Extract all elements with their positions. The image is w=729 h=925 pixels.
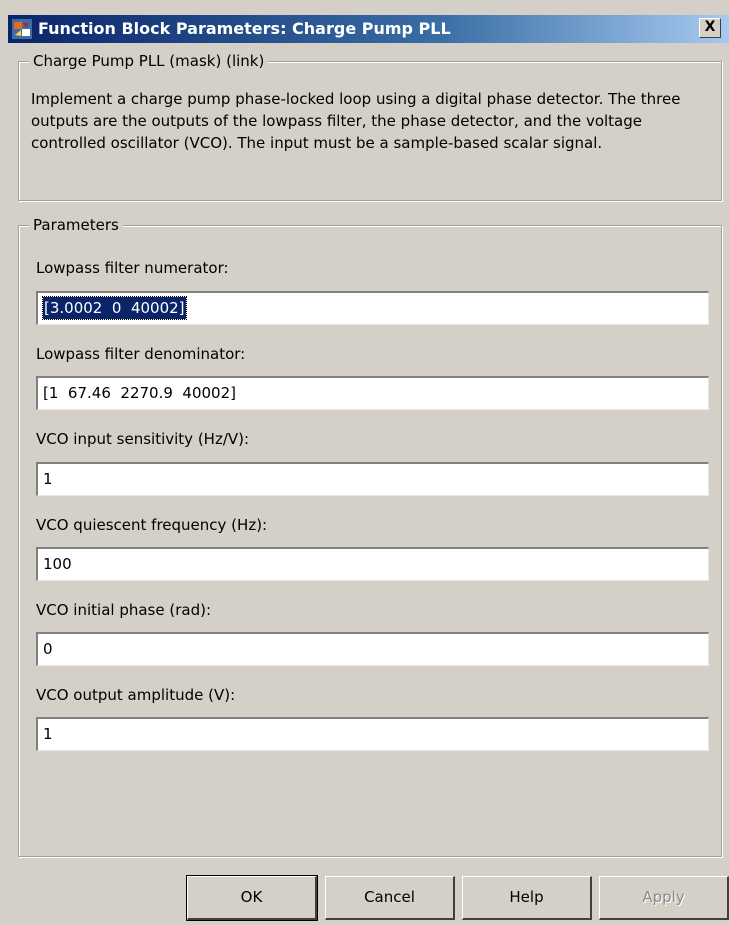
apply-button[interactable]: Apply	[599, 876, 729, 920]
lowpass-numerator-value: [3.0002 0 40002]	[42, 296, 187, 320]
mask-description-group: Charge Pump PLL (mask) (link) Implement …	[18, 51, 722, 201]
title-bar[interactable]: Function Block Parameters: Charge Pump P…	[8, 15, 729, 43]
help-button[interactable]: Help	[462, 876, 592, 920]
vco-initial-phase-label: VCO initial phase (rad):	[36, 601, 211, 619]
ok-button[interactable]: OK	[186, 875, 318, 921]
close-button[interactable]: X	[699, 18, 721, 38]
cancel-button[interactable]: Cancel	[325, 876, 455, 920]
vco-quiescent-frequency-label: VCO quiescent frequency (Hz):	[36, 516, 268, 534]
lowpass-denominator-label: Lowpass filter denominator:	[36, 345, 246, 363]
lowpass-denominator-input[interactable]: [1 67.46 2270.9 40002]	[36, 376, 709, 410]
window-title: Function Block Parameters: Charge Pump P…	[38, 19, 451, 38]
vco-quiescent-frequency-input[interactable]: 100	[36, 547, 709, 581]
dialog-window: Function Block Parameters: Charge Pump P…	[0, 0, 729, 925]
vco-output-amplitude-input[interactable]: 1	[36, 717, 709, 751]
vco-output-amplitude-label: VCO output amplitude (V):	[36, 686, 236, 704]
mask-group-legend: Charge Pump PLL (mask) (link)	[29, 51, 269, 71]
lowpass-numerator-input[interactable]: [3.0002 0 40002]	[36, 291, 709, 325]
block-description: Implement a charge pump phase-locked loo…	[31, 90, 681, 152]
parameters-group-legend: Parameters	[29, 215, 123, 235]
vco-sensitivity-label: VCO input sensitivity (Hz/V):	[36, 430, 250, 448]
vco-initial-phase-input[interactable]: 0	[36, 632, 709, 666]
vco-sensitivity-input[interactable]: 1	[36, 462, 709, 496]
simulink-block-icon	[12, 19, 32, 39]
lowpass-numerator-label: Lowpass filter numerator:	[36, 259, 229, 277]
